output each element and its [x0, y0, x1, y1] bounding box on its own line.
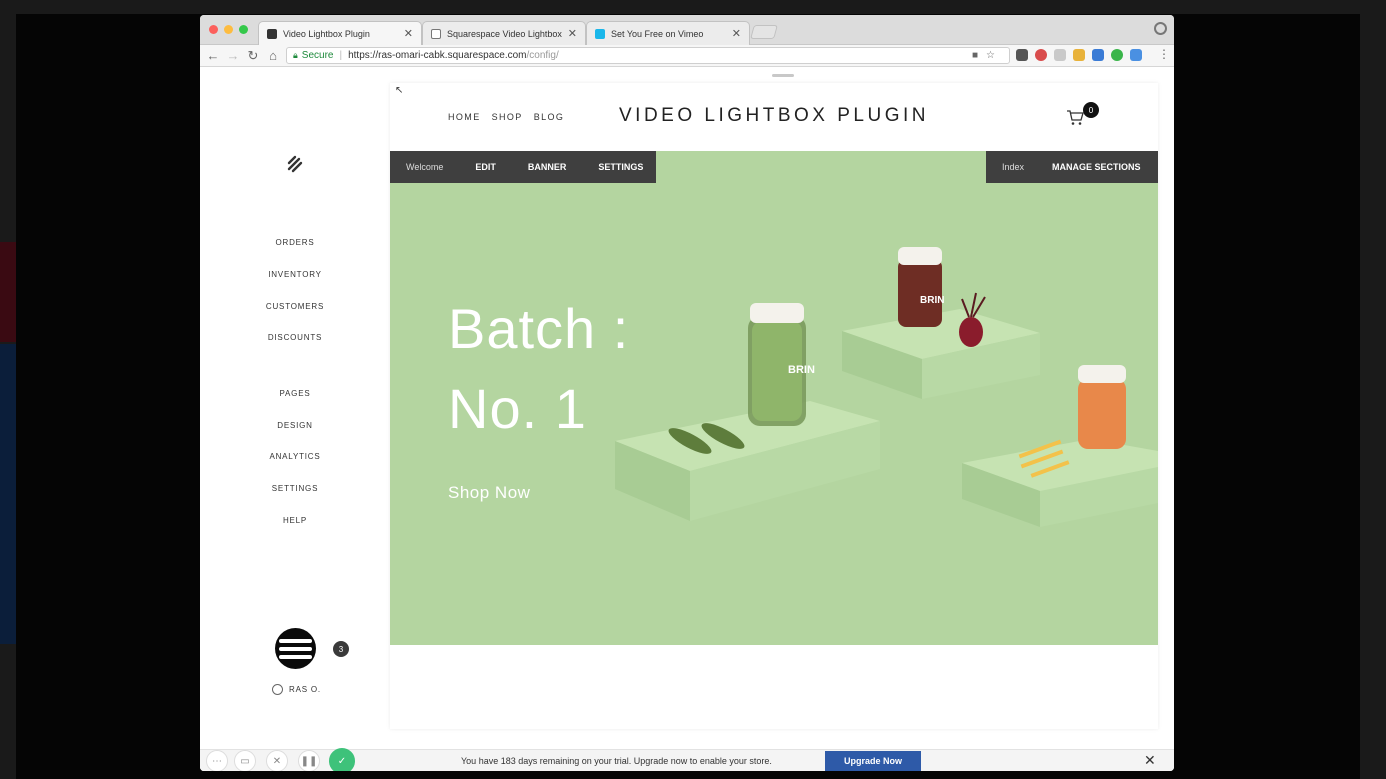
- tab-video-lightbox-plugin[interactable]: Video Lightbox Plugin ✕: [258, 21, 422, 45]
- trial-upgrade-bar: ⋯ ▭ ✕ ❚❚ ✓ You have 183 days remaining o…: [200, 748, 1174, 771]
- collapse-arrow-icon[interactable]: ↖: [395, 85, 403, 96]
- tab-title: Video Lightbox Plugin: [283, 28, 370, 39]
- index-edit-bar: Index MANAGE SECTIONS: [986, 151, 1158, 183]
- vimeo-favicon-icon: [595, 28, 605, 39]
- hero-heading-line-1: Batch :: [448, 297, 630, 360]
- index-label: Index: [1002, 162, 1025, 172]
- sidebar-item-help[interactable]: HELP: [200, 516, 390, 525]
- video-camera-icon[interactable]: ▭: [234, 750, 256, 771]
- browser-menu-icon[interactable]: ⋮: [1158, 47, 1170, 61]
- backdrop-right: [1360, 14, 1386, 779]
- cancel-icon[interactable]: ✕: [266, 750, 288, 771]
- banner-button[interactable]: BANNER: [512, 162, 583, 172]
- shop-now-link[interactable]: Shop Now: [448, 483, 530, 503]
- close-tab-icon[interactable]: ✕: [568, 27, 577, 40]
- sidebar-item-pages[interactable]: PAGES: [200, 389, 390, 398]
- screenshot-extension-icon[interactable]: [1130, 49, 1142, 61]
- minimize-window-button[interactable]: [224, 25, 233, 34]
- sidebar-item-analytics[interactable]: ANALYTICS: [200, 452, 390, 461]
- section-settings-button[interactable]: SETTINGS: [582, 162, 659, 172]
- new-tab-button[interactable]: [750, 25, 778, 39]
- star-icon[interactable]: ☆: [986, 50, 1003, 61]
- trial-message: You have 183 days remaining on your tria…: [461, 756, 772, 766]
- section-edit-bar: Welcome EDIT BANNER SETTINGS: [390, 151, 656, 183]
- upgrade-now-button[interactable]: Upgrade Now: [825, 751, 921, 771]
- svg-text:BRIN: BRIN: [920, 295, 944, 306]
- sidebar-item-customers[interactable]: CUSTOMERS: [200, 302, 390, 311]
- grammar-extension-icon[interactable]: [1111, 49, 1123, 61]
- confirm-check-icon[interactable]: ✓: [329, 748, 355, 771]
- more-options-icon[interactable]: ⋯: [206, 750, 228, 771]
- tab-squarespace-video-lightbox[interactable]: Squarespace Video Lightbox ✕: [422, 21, 586, 45]
- avatar[interactable]: [275, 628, 316, 669]
- sidebar-item-settings[interactable]: SETTINGS: [200, 484, 390, 493]
- preview-drag-handle[interactable]: [772, 74, 794, 77]
- section-name-label: Welcome: [406, 162, 444, 172]
- document-icon: [431, 28, 441, 39]
- sidebar-item-discounts[interactable]: DISCOUNTS: [200, 333, 390, 342]
- squarespace-config: ORDERS INVENTORY CUSTOMERS DISCOUNTS PAG…: [200, 68, 1174, 771]
- backdrop-left: [0, 14, 16, 779]
- tab-title: Set You Free on Vimeo: [611, 28, 704, 39]
- profile-icon[interactable]: [1154, 22, 1167, 35]
- extension-icons: [1016, 49, 1142, 61]
- record-extension-icon[interactable]: [1035, 49, 1047, 61]
- evernote-extension-icon[interactable]: [1016, 49, 1028, 61]
- secure-label: Secure: [301, 50, 334, 61]
- browser-toolbar: ← → ↻ ⌂ 🔒︎ Secure | https://ras-omari-ca…: [200, 45, 1174, 67]
- back-arrow-icon[interactable]: ←: [205, 48, 221, 63]
- ghost-strip-red: [0, 242, 16, 342]
- close-window-button[interactable]: [209, 25, 218, 34]
- user-account[interactable]: RAS O.: [272, 684, 321, 695]
- notification-badge[interactable]: 3: [333, 641, 349, 657]
- svg-text:BRIN: BRIN: [788, 364, 815, 376]
- sidebar-item-orders[interactable]: ORDERS: [200, 238, 390, 247]
- squarespace-logo-icon[interactable]: [285, 154, 305, 174]
- tab-vimeo[interactable]: Set You Free on Vimeo ✕: [586, 21, 750, 45]
- close-tab-icon[interactable]: ✕: [404, 27, 413, 40]
- camera-icon[interactable]: ■: [972, 50, 986, 61]
- edit-button[interactable]: EDIT: [459, 162, 512, 172]
- zoom-window-button[interactable]: [239, 25, 248, 34]
- address-bar[interactable]: 🔒︎ Secure | https://ras-omari-cabk.squar…: [286, 47, 1010, 64]
- url-path: /config/: [526, 50, 559, 61]
- address-separator: |: [339, 50, 343, 61]
- address-bar-icons: ■☆: [972, 50, 1003, 61]
- tab-title: Squarespace Video Lightbox: [447, 28, 562, 39]
- hero-banner: BRIN BRIN Welcome EDIT BANNER SETTINGS I…: [390, 151, 1158, 645]
- reload-icon[interactable]: ↻: [245, 48, 261, 64]
- site-preview: ↖ HOME SHOP BLOG VIDEO LIGHTBOX PLUGIN 0: [390, 83, 1158, 729]
- folder-extension-icon[interactable]: [1073, 49, 1085, 61]
- backdrop-top: [0, 0, 1386, 14]
- close-tab-icon[interactable]: ✕: [732, 27, 741, 40]
- pause-icon[interactable]: ❚❚: [298, 750, 320, 771]
- translate-extension-icon[interactable]: [1092, 49, 1104, 61]
- sidebar-item-design[interactable]: DESIGN: [200, 421, 390, 430]
- forward-arrow-icon[interactable]: →: [225, 48, 241, 63]
- home-icon[interactable]: ⌂: [265, 48, 281, 63]
- screen-backdrop: Video Lightbox Plugin ✕ Squarespace Vide…: [0, 0, 1386, 779]
- cart-count-badge: 0: [1083, 102, 1099, 118]
- hero-heading-line-2: No. 1: [448, 377, 587, 440]
- ghost-strip-blue: [0, 344, 16, 644]
- user-icon: [272, 684, 283, 695]
- squarespace-favicon-icon: [267, 28, 277, 39]
- admin-sidebar: ORDERS INVENTORY CUSTOMERS DISCOUNTS PAG…: [200, 68, 390, 771]
- tab-bar: Video Lightbox Plugin ✕ Squarespace Vide…: [200, 15, 1174, 45]
- browser-window: Video Lightbox Plugin ✕ Squarespace Vide…: [200, 15, 1174, 771]
- reader-extension-icon[interactable]: [1054, 49, 1066, 61]
- user-name: RAS O.: [289, 685, 321, 694]
- hero-heading: Batch : No. 1: [448, 289, 629, 449]
- lock-icon: 🔒︎: [293, 50, 298, 60]
- url-host: https://ras-omari-cabk.squarespace.com: [348, 50, 527, 61]
- site-title[interactable]: VIDEO LIGHTBOX PLUGIN: [390, 105, 1158, 127]
- close-icon[interactable]: ✕: [1144, 752, 1156, 769]
- sidebar-item-inventory[interactable]: INVENTORY: [200, 270, 390, 279]
- manage-sections-button[interactable]: MANAGE SECTIONS: [1040, 162, 1141, 172]
